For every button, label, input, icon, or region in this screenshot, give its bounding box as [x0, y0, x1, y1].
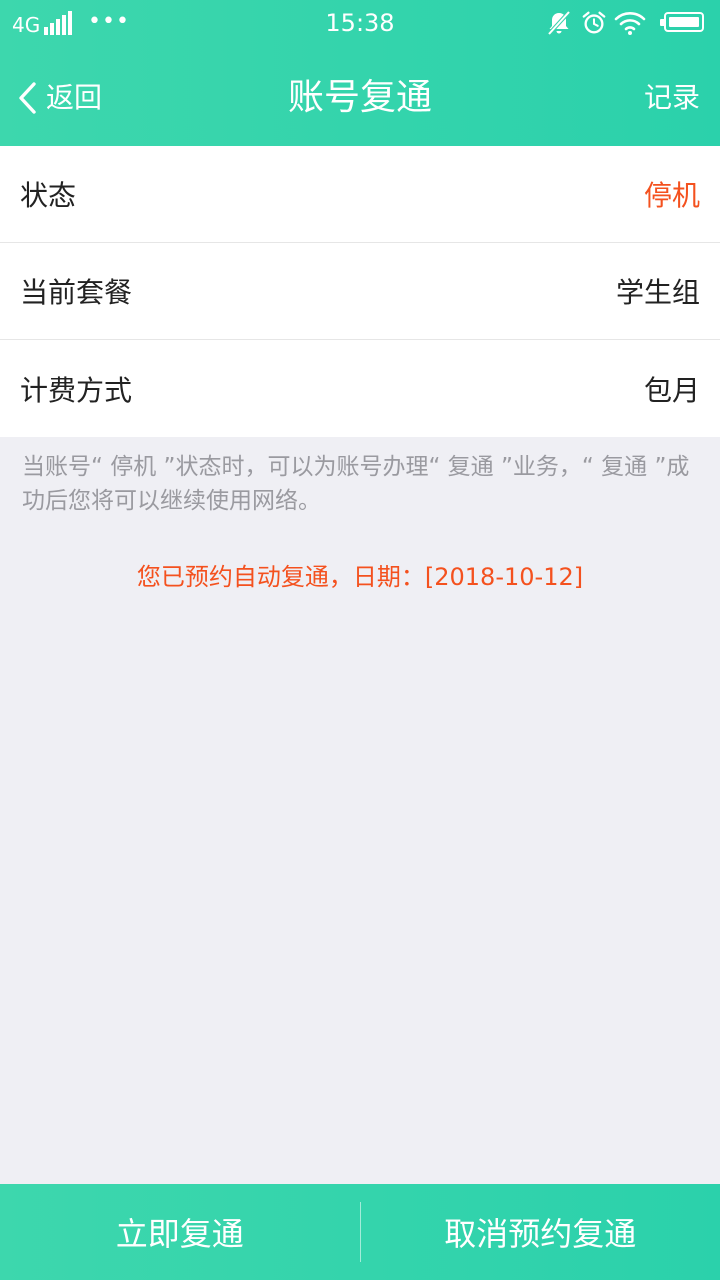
plan-row: 当前套餐 学生组: [0, 243, 720, 340]
app-header: 4G ••• 15:38 返回 账号复通 记录: [0, 0, 720, 146]
reservation-notice: 您已预约自动复通，日期：[2018-10-12]: [136, 563, 584, 591]
wifi-icon: [614, 12, 646, 35]
cancel-reservation-button[interactable]: 取消预约复通: [361, 1184, 720, 1280]
plan-label: 当前套餐: [20, 276, 133, 309]
clock: 15:38: [325, 9, 395, 37]
billing-value: 包月: [643, 373, 700, 407]
account-info-list: 状态 停机 当前套餐 学生组 计费方式 包月: [0, 146, 720, 437]
status-row: 状态 停机: [0, 146, 720, 243]
reopen-now-button[interactable]: 立即复通: [0, 1184, 360, 1280]
alarm-icon: [582, 11, 606, 34]
chevron-left-icon: [19, 82, 36, 114]
action-bar: 立即复通 取消预约复通: [0, 1184, 720, 1280]
records-button[interactable]: 记录: [644, 78, 700, 118]
battery-icon: [660, 12, 704, 32]
plan-value: 学生组: [615, 276, 700, 309]
reopen-note: 当账号“ 停机 ”状态时，可以为账号办理“ 复通 ”业务，“ 复通 ”成功后您将…: [22, 454, 690, 514]
billing-label: 计费方式: [20, 373, 133, 407]
status-label: 状态: [20, 179, 77, 212]
back-button[interactable]: 返回: [16, 78, 102, 118]
nav-bar: 返回 账号复通 记录: [0, 46, 720, 146]
billing-row: 计费方式 包月: [0, 340, 720, 437]
account-reopen-page: 4G ••• 15:38 返回 账号复通 记录 状态 停机 当前套餐 学生组 计…: [0, 0, 720, 1280]
page-title: 账号复通: [287, 77, 432, 118]
back-label: 返回: [46, 81, 103, 114]
mute-icon: [547, 10, 571, 36]
status-value: 停机: [643, 179, 700, 212]
status-bar: 4G ••• 15:38: [0, 0, 720, 46]
